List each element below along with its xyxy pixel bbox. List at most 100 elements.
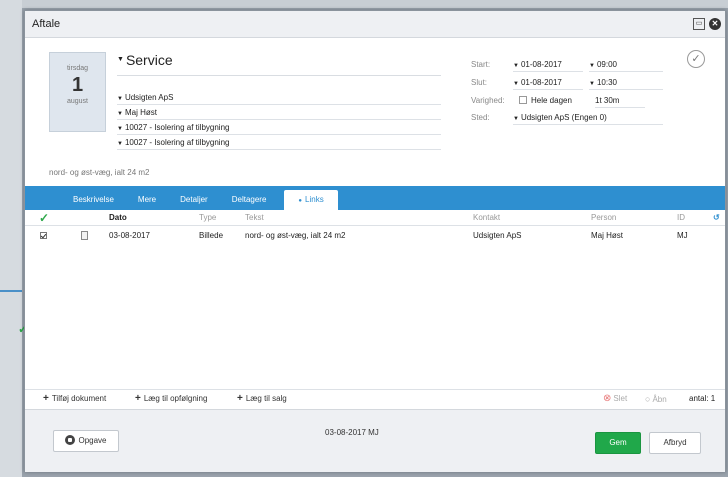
end-time-field[interactable]: ▼ 10:30 [589, 77, 663, 90]
duration-label: Varighed: [471, 96, 505, 105]
background-line [0, 290, 22, 292]
person-field[interactable]: ▼ Maj Høst [117, 106, 441, 120]
chevron-down-icon[interactable]: ▼ [117, 96, 123, 102]
dialog-footer: Opgave 03-08-2017 MJ Gem Afbryd [25, 409, 725, 472]
subject-text: Service [125, 52, 173, 68]
header-person[interactable]: Person [591, 210, 616, 226]
start-label: Start: [471, 60, 491, 69]
open-icon: ○ [645, 394, 651, 404]
start-time-field[interactable]: ▼ 09:00 [589, 59, 663, 72]
chevron-down-icon[interactable]: ▼ [117, 126, 123, 132]
date-weekday: tirsdag [66, 65, 88, 72]
date-day: 1 [71, 74, 84, 96]
dialog-titlebar: Aftale ▭ ✕ [25, 11, 725, 38]
chevron-down-icon[interactable]: ▼ [589, 81, 595, 87]
tab-links-label: Links [305, 195, 324, 204]
open-label: Åbn [652, 395, 667, 404]
save-button[interactable]: Gem [595, 432, 641, 454]
table-row[interactable]: 03-08-2017 Billede nord- og øst-væg, ial… [25, 228, 725, 244]
header-contact[interactable]: Kontakt [473, 210, 500, 226]
complete-check-icon[interactable]: ✓ [687, 50, 705, 68]
row-text: nord- og øst-væg, ialt 24 m2 [245, 231, 346, 240]
add-document-label: Tilføj dokument [51, 394, 107, 403]
plus-icon: + [43, 393, 49, 404]
chevron-down-icon[interactable]: ▼ [117, 111, 123, 117]
close-icon[interactable]: ✕ [709, 18, 721, 30]
duration-field[interactable]: 1t 30m [595, 95, 645, 108]
person-text: Maj Høst [124, 108, 157, 117]
tab-mere[interactable]: Mere [126, 190, 168, 210]
delete-button[interactable]: ⊗ Slet [603, 391, 627, 407]
start-date-field[interactable]: ▼ 01-08-2017 [513, 59, 583, 72]
tab-beskrivelse[interactable]: Beskrivelse [61, 190, 126, 210]
subject-field[interactable]: ▼ Service [117, 52, 441, 76]
task-button-label: Opgave [78, 436, 107, 445]
project-field[interactable]: ▼ 10027 - Isolering af tilbygning [117, 121, 441, 135]
cancel-button[interactable]: Afbryd [649, 432, 701, 454]
tab-detaljer[interactable]: Detaljer [168, 190, 220, 210]
header-date[interactable]: Dato [109, 210, 127, 226]
chevron-down-icon[interactable]: ▼ [117, 141, 123, 147]
end-date-field[interactable]: ▼ 01-08-2017 [513, 77, 583, 90]
header-text[interactable]: Tekst [245, 210, 264, 226]
place-text: Udsigten ApS (Engen 0) [520, 113, 607, 122]
chevron-down-icon[interactable]: ▼ [589, 63, 595, 69]
delete-icon: ⊗ [603, 393, 612, 404]
project-text: 10027 - Isolering af tilbygning [124, 123, 230, 132]
place-field[interactable]: ▼ Udsigten ApS (Engen 0) [513, 112, 663, 125]
appointment-header: tirsdag 1 august ▼ Service ▼ Udsigten ApS … [25, 38, 725, 186]
delete-label: Slet [613, 394, 628, 403]
restore-icon[interactable]: ▭ [693, 18, 705, 30]
checkbox-icon[interactable] [519, 96, 527, 104]
tab-links[interactable]: ● Links [284, 190, 338, 210]
plus-icon: + [135, 393, 141, 404]
tab-deltagere[interactable]: Deltagere [220, 190, 279, 210]
add-sale-button[interactable]: + Læg til salg [237, 391, 287, 407]
date-month: august [66, 98, 89, 105]
end-time-text: 10:30 [596, 78, 617, 87]
row-person: Maj Høst [591, 231, 623, 240]
grid-header: ✓ Dato Type Tekst Kontakt Person ID ↺ [25, 210, 725, 226]
end-label: Slut: [471, 78, 488, 87]
description-preview: nord- og øst-væg, ialt 24 m2 [49, 168, 150, 177]
chevron-down-icon[interactable]: ▼ [513, 81, 519, 87]
add-followup-label: Læg til opfølgning [143, 394, 208, 403]
task-text: 10027 - Isolering af tilbygning [124, 138, 230, 147]
allday-label: Hele dagen [531, 96, 572, 105]
chevron-down-icon[interactable]: ▼ [513, 63, 519, 69]
allday-checkbox[interactable]: Hele dagen [519, 95, 585, 108]
end-date-text: 01-08-2017 [520, 78, 562, 87]
appointment-dialog: Aftale ▭ ✕ tirsdag 1 august ▼ Service ▼ Ud… [24, 10, 726, 472]
add-document-button[interactable]: + Tilføj dokument [43, 391, 106, 407]
task-field[interactable]: ▼ 10027 - Isolering af tilbygning [117, 136, 441, 150]
row-checkbox[interactable] [40, 232, 47, 239]
background-top [0, 0, 728, 8]
plus-icon: + [237, 393, 243, 404]
header-id[interactable]: ID [677, 210, 685, 226]
refresh-icon[interactable]: ↺ [713, 210, 720, 226]
task-button[interactable]: Opgave [53, 430, 119, 452]
created-stamp: 03-08-2017 MJ [325, 428, 379, 437]
header-type[interactable]: Type [199, 210, 216, 226]
select-all-check-icon[interactable]: ✓ [39, 210, 49, 226]
row-type: Billede [199, 231, 224, 240]
add-followup-button[interactable]: + Læg til opfølgning [135, 391, 207, 407]
chevron-down-icon[interactable]: ▼ [513, 116, 519, 122]
task-icon [65, 435, 76, 445]
chevron-down-icon[interactable]: ▼ [117, 56, 124, 63]
document-icon [81, 231, 88, 240]
dialog-title: Aftale [32, 18, 61, 30]
action-bar: + Tilføj dokument + Læg til opfølgning + Læ… [25, 391, 725, 407]
open-button[interactable]: ○ Åbn [645, 391, 667, 408]
row-contact: Udsigten ApS [473, 231, 522, 240]
customer-text: Udsigten ApS [124, 93, 174, 102]
row-id: MJ [677, 231, 688, 240]
start-time-text: 09:00 [596, 60, 617, 69]
customer-field[interactable]: ▼ Udsigten ApS [117, 91, 441, 105]
date-box[interactable]: tirsdag 1 august [49, 52, 106, 132]
active-dot: ● [298, 198, 303, 204]
start-date-text: 01-08-2017 [520, 60, 562, 69]
tab-bar: Beskrivelse Mere Detaljer Deltagere ● Lin… [25, 186, 725, 210]
add-sale-label: Læg til salg [245, 394, 287, 403]
duration-text: 1t 30m [595, 96, 620, 105]
